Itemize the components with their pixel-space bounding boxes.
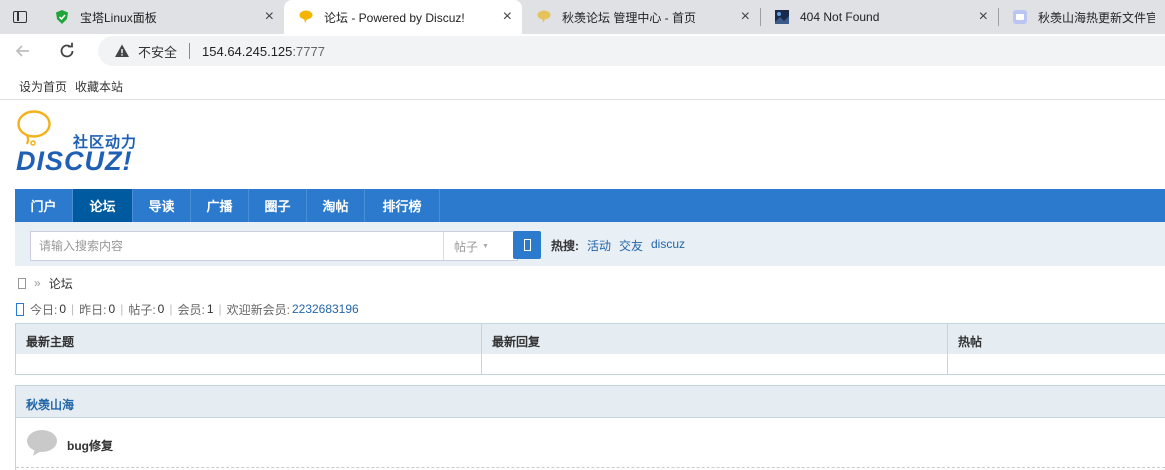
stat-yesterday-value: 0 bbox=[108, 302, 116, 316]
latest-column-title: 最新主题 bbox=[26, 335, 75, 349]
stat-welcome-label: 欢迎新会员: bbox=[226, 302, 290, 317]
latest-column-hot: 热帖 bbox=[948, 324, 1164, 374]
warning-triangle-icon[interactable] bbox=[114, 43, 130, 59]
hot-search-link[interactable]: 交友 bbox=[619, 237, 643, 254]
new-member-link[interactable]: 2232683196 bbox=[292, 302, 359, 316]
search-input[interactable] bbox=[31, 232, 443, 260]
security-status-label[interactable]: 不安全 bbox=[138, 42, 177, 61]
forum-category: 秋羡山海 bug修复 bbox=[15, 385, 1165, 470]
search-type-select[interactable]: 帖子 ▼ bbox=[443, 232, 517, 260]
bt-shield-icon bbox=[56, 10, 68, 24]
breadcrumb: » 论坛 bbox=[18, 275, 73, 291]
browser-tab-5[interactable]: 秋羡山海热更新文件官方 bbox=[998, 0, 1165, 34]
search-bar-area: 帖子 ▼ 热搜: 活动 交友 discuz bbox=[15, 222, 1165, 266]
latest-column-title: 热帖 bbox=[958, 335, 983, 349]
nav-item-ranking[interactable]: 排行榜 bbox=[365, 189, 440, 222]
breadcrumb-separator: » bbox=[34, 276, 41, 290]
tab-title: 秋羡山海热更新文件官方 bbox=[1038, 10, 1155, 25]
tab-title: 秋羡论坛 管理中心 - 首页 bbox=[562, 10, 696, 25]
browser-toolbar: 不安全 154.64.245.125:7777 bbox=[0, 34, 1165, 68]
tab-close-icon[interactable]: × bbox=[741, 9, 750, 25]
stat-today-label: 今日: bbox=[30, 302, 58, 317]
nav-item-forum[interactable]: 论坛 bbox=[73, 189, 133, 222]
hot-search-link[interactable]: 活动 bbox=[587, 237, 611, 254]
stat-posts-label: 帖子: bbox=[128, 302, 156, 317]
browser-tab-2[interactable]: 论坛 - Powered by Discuz! × bbox=[284, 0, 522, 34]
discuz-bubble-icon bbox=[537, 10, 551, 23]
logo-wordmark: DISCUZ! bbox=[16, 146, 133, 176]
main-nav: 门户 论坛 导读 广播 圈子 淘帖 排行榜 bbox=[15, 189, 1165, 222]
browser-tab-1[interactable]: 宝塔Linux面板 × bbox=[40, 0, 284, 34]
nav-item-portal[interactable]: 门户 bbox=[15, 189, 73, 222]
hot-search-label: 热搜: bbox=[551, 239, 579, 253]
stat-divider: | bbox=[218, 302, 222, 316]
reload-icon[interactable] bbox=[55, 39, 79, 63]
tab-close-icon[interactable]: × bbox=[265, 9, 274, 25]
browser-tab-4[interactable]: 404 Not Found × bbox=[760, 0, 998, 34]
stat-posts-value: 0 bbox=[157, 302, 165, 316]
nav-item-guide[interactable]: 导读 bbox=[133, 189, 191, 222]
tab-title: 404 Not Found bbox=[800, 10, 880, 24]
bookmark-set-homepage[interactable]: 设为首页 bbox=[19, 78, 67, 95]
address-divider bbox=[189, 43, 191, 59]
latest-column-threads: 最新主题 bbox=[16, 324, 482, 374]
stat-yesterday-label: 昨日: bbox=[79, 302, 107, 317]
browser-tab-3[interactable]: 秋羡论坛 管理中心 - 首页 × bbox=[522, 0, 760, 34]
stat-divider: | bbox=[120, 302, 124, 316]
home-icon[interactable] bbox=[18, 277, 26, 289]
discuz-bubble-icon bbox=[299, 10, 313, 23]
stat-members-label: 会员: bbox=[177, 302, 205, 317]
discuz-logo[interactable]: 社区动力 DISCUZ! bbox=[15, 109, 150, 179]
tab-actions-icon[interactable] bbox=[0, 0, 40, 34]
chevron-down-icon: ▼ bbox=[482, 242, 489, 250]
back-arrow-icon[interactable] bbox=[11, 39, 35, 63]
nav-item-broadcast[interactable]: 广播 bbox=[191, 189, 249, 222]
board-bubble-icon[interactable] bbox=[26, 429, 58, 457]
latest-column-title: 最新回复 bbox=[492, 335, 541, 349]
stat-divider: | bbox=[169, 302, 173, 316]
stat-members-value: 1 bbox=[206, 302, 214, 316]
breadcrumb-current[interactable]: 论坛 bbox=[49, 275, 73, 292]
bookmark-add-favorite[interactable]: 收藏本站 bbox=[75, 78, 123, 95]
tab-close-icon[interactable]: × bbox=[503, 9, 512, 25]
nav-item-collections[interactable]: 淘帖 bbox=[307, 189, 365, 222]
tab-title: 宝塔Linux面板 bbox=[80, 10, 157, 25]
search-box: 帖子 ▼ bbox=[30, 231, 518, 261]
hot-search-link[interactable]: discuz bbox=[651, 237, 685, 251]
latest-column-replies: 最新回复 bbox=[482, 324, 948, 374]
chart-icon bbox=[16, 302, 24, 316]
search-type-label: 帖子 bbox=[454, 239, 479, 254]
app-icon bbox=[1013, 10, 1027, 24]
forum-board-row: bug修复 bbox=[16, 418, 1165, 468]
stat-today-value: 0 bbox=[59, 302, 67, 316]
browser-tab-strip: 宝塔Linux面板 × 论坛 - Powered by Discuz! × 秋羡… bbox=[0, 0, 1165, 34]
url-text[interactable]: 154.64.245.125:7777 bbox=[202, 44, 325, 59]
forum-category-header: 秋羡山海 bbox=[16, 386, 1165, 418]
board-name-link[interactable]: bug修复 bbox=[67, 437, 113, 454]
tab-close-icon[interactable]: × bbox=[979, 9, 988, 25]
search-icon bbox=[523, 239, 531, 251]
dark-image-icon bbox=[775, 10, 789, 24]
latest-panel: 最新主题 最新回复 热帖 bbox=[15, 323, 1165, 375]
forum-stats: 今日: 0 | 昨日: 0 | 帖子: 0 | 会员: 1 | 欢迎新会员: 223268… bbox=[16, 301, 359, 317]
nav-item-groups[interactable]: 圈子 bbox=[249, 189, 307, 222]
search-button[interactable] bbox=[513, 231, 541, 259]
bookmarks-bar: 设为首页 收藏本站 bbox=[0, 70, 1165, 100]
address-bar[interactable]: 不安全 154.64.245.125:7777 bbox=[98, 36, 1165, 66]
tab-title: 论坛 - Powered by Discuz! bbox=[324, 10, 465, 25]
stat-divider: | bbox=[71, 302, 75, 316]
forum-category-title[interactable]: 秋羡山海 bbox=[26, 396, 74, 413]
